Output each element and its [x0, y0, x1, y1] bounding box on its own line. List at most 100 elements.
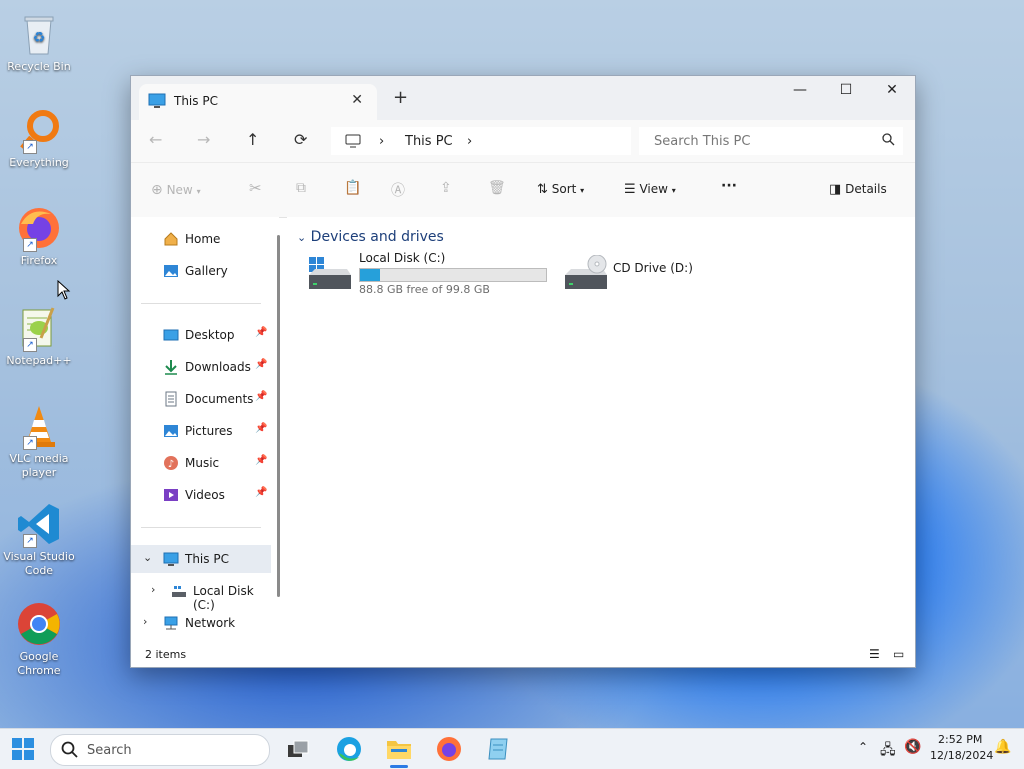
rename-icon[interactable]: Ⓐ — [391, 180, 405, 200]
sort-label: Sort — [551, 182, 577, 196]
desktop-icon-recycle-bin[interactable]: ♻ Recycle Bin — [2, 10, 76, 74]
sidebar-item-documents[interactable]: Documents 📌 — [131, 385, 271, 413]
desktop-icon-firefox[interactable]: ↗ Firefox — [2, 204, 76, 268]
plus-circle-icon: ⊕ — [151, 182, 163, 198]
view-list-icon: ☰ — [624, 182, 636, 197]
chevron-down-icon: ▾ — [671, 186, 676, 195]
notepad-taskbar-icon[interactable] — [485, 735, 513, 763]
refresh-icon[interactable]: ⟳ — [294, 130, 307, 149]
network-icon — [163, 615, 179, 631]
tab-title: This PC — [174, 94, 218, 108]
download-arrow-icon — [163, 359, 179, 375]
desktop-icon-vscode[interactable]: ↗ Visual Studio Code — [2, 500, 76, 578]
notepad-plus-plus-icon: ↗ — [15, 304, 63, 352]
chevron-down-icon[interactable]: ⌄ — [143, 551, 152, 564]
sidebar-item-this-pc[interactable]: ⌄ This PC — [131, 545, 271, 573]
details-button[interactable]: ◨ Details — [829, 182, 887, 197]
chrome-icon — [15, 600, 63, 648]
maximize-button[interactable]: ☐ — [823, 82, 869, 98]
sidebar-scrollbar[interactable] — [277, 235, 280, 597]
new-button[interactable]: ⊕ New ▾ — [151, 182, 201, 198]
recycle-bin-icon: ♻ — [15, 10, 63, 58]
sidebar-divider — [141, 527, 261, 528]
desktop-icon-chrome[interactable]: Google Chrome — [2, 600, 76, 678]
breadcrumb-separator[interactable]: › — [379, 134, 384, 149]
breadcrumb-this-pc[interactable]: This PC — [405, 134, 453, 149]
volume-icon[interactable]: 🔇 — [904, 739, 921, 755]
back-arrow-icon[interactable]: ← — [149, 130, 162, 149]
this-pc-monitor-icon — [148, 93, 166, 112]
edge-browser-icon[interactable] — [335, 735, 363, 763]
copy-icon[interactable]: ⧉ — [296, 180, 306, 196]
command-bar: ⊕ New ▾ ✂ ⧉ 📋 Ⓐ ⇪ 🗑 ⇅ Sort ▾ ☰ View ▾ ··… — [131, 163, 915, 218]
sort-icon: ⇅ — [537, 182, 548, 197]
view-button[interactable]: ☰ View ▾ — [624, 182, 676, 197]
pin-icon[interactable]: 📌 — [255, 455, 267, 466]
new-label: New — [166, 183, 193, 197]
sidebar-item-pictures[interactable]: Pictures 📌 — [131, 417, 271, 445]
forward-arrow-icon[interactable]: → — [197, 130, 210, 149]
pin-icon[interactable]: 📌 — [255, 391, 267, 402]
navigation-bar: ← → ↑ ⟳ › This PC › Search This PC — [131, 120, 915, 163]
search-box[interactable]: Search This PC — [639, 127, 903, 155]
details-view-icon[interactable]: ☰ — [869, 647, 880, 661]
file-explorer-taskbar-icon[interactable] — [385, 735, 413, 763]
monitor-icon — [345, 134, 361, 151]
sort-button[interactable]: ⇅ Sort ▾ — [537, 182, 584, 197]
hard-drive-icon — [307, 255, 353, 294]
sidebar-item-gallery[interactable]: Gallery — [131, 257, 271, 285]
minimize-button[interactable]: — — [777, 82, 823, 98]
sidebar-item-downloads[interactable]: Downloads 📌 — [131, 353, 271, 381]
desktop-icon-everything[interactable]: ↗ Everything — [2, 106, 76, 170]
close-button[interactable]: ✕ — [869, 82, 915, 98]
firefox-taskbar-icon[interactable] — [435, 735, 463, 763]
up-arrow-icon[interactable]: ↑ — [246, 130, 259, 149]
desktop-icon-notepad-plus-plus[interactable]: ↗ Notepad++ — [2, 304, 76, 368]
navigation-pane: Home Gallery Desktop 📌 Downloads 📌 Docum… — [131, 217, 279, 643]
address-bar[interactable]: › This PC › — [331, 127, 631, 155]
desktop-icon-vlc[interactable]: ↗ VLC media player — [2, 402, 76, 480]
tiles-view-icon[interactable]: ▭ — [893, 647, 904, 661]
group-header-devices-and-drives[interactable]: ⌄ Devices and drives — [297, 229, 444, 245]
chevron-right-icon[interactable]: › — [151, 583, 155, 596]
sidebar-item-home[interactable]: Home — [131, 225, 271, 253]
notification-bell-icon[interactable]: 🔔 — [994, 739, 1011, 755]
new-tab-button[interactable]: + — [393, 87, 408, 108]
network-status-icon[interactable]: 🖧 — [880, 739, 896, 763]
drive-item-local-disk[interactable]: Local Disk (C:) 88.8 GB free of 99.8 GB — [307, 251, 557, 301]
breadcrumb-separator[interactable]: › — [467, 134, 472, 149]
share-icon[interactable]: ⇪ — [440, 180, 452, 196]
sidebar-item-music[interactable]: ♪ Music 📌 — [131, 449, 271, 477]
paste-icon[interactable]: 📋 — [344, 180, 361, 196]
show-hidden-icons-chevron[interactable]: ⌃ — [858, 740, 868, 754]
shortcut-arrow-icon: ↗ — [23, 436, 37, 450]
task-view-icon[interactable] — [284, 735, 312, 763]
sidebar-item-network[interactable]: › Network — [131, 609, 271, 637]
pin-icon[interactable]: 📌 — [255, 359, 267, 370]
sidebar-item-videos[interactable]: Videos 📌 — [131, 481, 271, 509]
sidebar-item-label: Pictures — [185, 424, 233, 438]
clock-time[interactable]: 2:52 PM — [938, 733, 982, 746]
tab-this-pc[interactable]: This PC ✕ — [139, 84, 377, 120]
pin-icon[interactable]: 📌 — [255, 423, 267, 434]
chevron-right-icon[interactable]: › — [143, 615, 147, 628]
start-windows-icon[interactable] — [12, 738, 34, 763]
title-bar[interactable]: This PC ✕ + — ☐ ✕ — [131, 76, 915, 120]
chevron-down-icon: ⌄ — [297, 231, 307, 244]
delete-icon[interactable]: 🗑 — [488, 180, 506, 196]
pin-icon[interactable]: 📌 — [255, 487, 267, 498]
taskbar-search[interactable]: Search — [50, 734, 270, 766]
cut-icon[interactable]: ✂ — [249, 179, 262, 197]
tab-close-icon[interactable]: ✕ — [351, 92, 363, 108]
search-icon — [881, 132, 895, 149]
clock-date[interactable]: 12/18/2024 — [930, 749, 993, 762]
sidebar-item-local-disk[interactable]: › Local Disk (C:) — [131, 577, 271, 612]
drive-item-cd-drive[interactable]: CD Drive (D:) — [563, 251, 723, 301]
drive-name: Local Disk (C:) — [359, 251, 446, 265]
search-input[interactable]: Search This PC — [654, 134, 750, 149]
pin-icon[interactable]: 📌 — [255, 327, 267, 338]
sidebar-item-desktop[interactable]: Desktop 📌 — [131, 321, 271, 349]
more-options-icon[interactable]: ··· — [721, 178, 737, 194]
taskbar-search-input[interactable]: Search — [87, 743, 132, 758]
sidebar-item-label: This PC — [185, 552, 229, 566]
